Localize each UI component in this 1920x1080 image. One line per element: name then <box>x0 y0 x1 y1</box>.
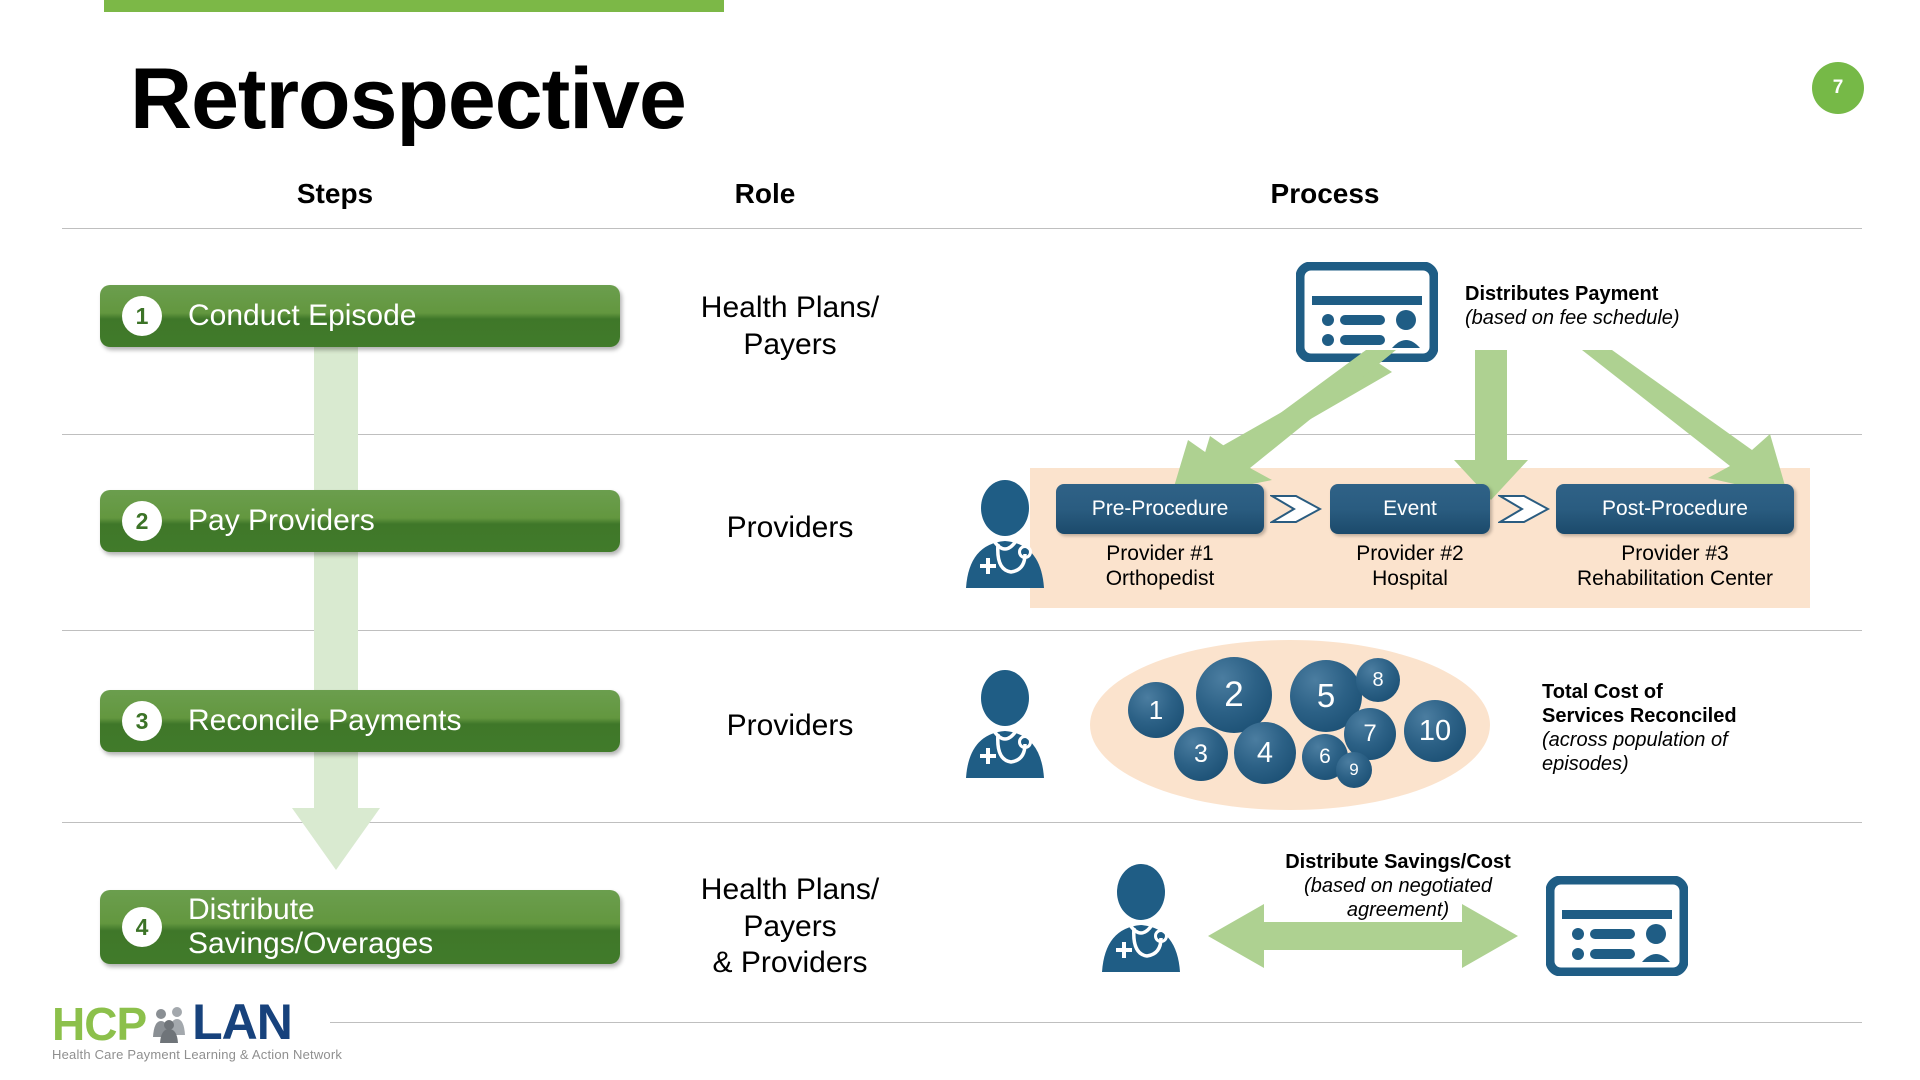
role-text-4: Health Plans/ Payers & Providers <box>700 873 880 980</box>
accent-bar <box>104 0 724 12</box>
column-header-process: Process <box>1270 178 1380 209</box>
episode-bubble[interactable]: 10 <box>1404 700 1466 762</box>
doctor-icon <box>966 670 1044 778</box>
episode-bubble[interactable]: 8 <box>1356 658 1400 702</box>
episode-bubble-label: 8 <box>1372 668 1384 691</box>
role-text-2: Providers <box>726 511 854 544</box>
procedure-box-1[interactable]: Pre-Procedure <box>1056 484 1264 534</box>
episode-bubble-label: 10 <box>1418 714 1452 747</box>
column-header-role: Role <box>734 178 796 209</box>
chevron-right-icon <box>1498 495 1550 523</box>
step-button-4[interactable]: 4 Distribute Savings/Overages <box>100 890 620 964</box>
page-title: Retrospective <box>130 51 687 147</box>
procedure-caption-2: Provider #2 Hospital <box>1356 542 1464 590</box>
episode-bubble-label: 5 <box>1316 677 1336 714</box>
slide-canvas: Retrospective 7 Steps Role Process 1 Con… <box>0 0 1920 1080</box>
logo-people-icon <box>153 1007 186 1043</box>
step-button-3[interactable]: 3 Reconcile Payments <box>100 690 620 752</box>
episode-bubble-label: 9 <box>1349 760 1359 779</box>
procedure-caption-3: Provider #3 Rehabilitation Center <box>1576 542 1774 590</box>
process-callout-4: Distribute Savings/Cost (based on negoti… <box>1228 850 1568 922</box>
process-callout-sub-3: (across population of episodes) <box>1542 729 1728 775</box>
doctor-icon <box>966 480 1044 588</box>
step-label-4: Distribute Savings/Overages <box>188 893 434 960</box>
logo-tagline: Health Care Payment Learning & Action Ne… <box>52 1047 343 1062</box>
procedure-box-3[interactable]: Post-Procedure <box>1556 484 1794 534</box>
procedure-box-label-1: Pre-Procedure <box>1091 497 1229 520</box>
step-number-4: 4 <box>122 907 162 947</box>
episode-bubble[interactable]: 3 <box>1174 727 1228 781</box>
chevron-right-icon <box>1270 495 1322 523</box>
logo-hcp-text: HCP <box>52 997 147 1050</box>
payment-distribution-arrows <box>1170 350 1788 500</box>
step-button-2[interactable]: 2 Pay Providers <box>100 490 620 552</box>
process-callout-title-3: Total Cost of Services Reconciled <box>1542 681 1737 727</box>
episode-bubble-label: 4 <box>1256 736 1274 769</box>
page-number-badge: 7 <box>1812 62 1864 114</box>
step-number-1: 1 <box>122 296 162 336</box>
process-callout-title-1: Distributes Payment <box>1465 283 1659 305</box>
step-label-3: Reconcile Payments <box>188 704 462 738</box>
step-label-1: Conduct Episode <box>188 299 417 333</box>
episode-bubble[interactable]: 9 <box>1336 752 1372 788</box>
step-number-3: 3 <box>122 701 162 741</box>
process-callout-title-4: Distribute Savings/Cost <box>1285 851 1511 873</box>
role-text-1: Health Plans/ Payers <box>700 291 880 361</box>
step-button-1[interactable]: 1 Conduct Episode <box>100 285 620 347</box>
episode-bubble[interactable]: 1 <box>1128 682 1184 738</box>
column-header-steps: Steps <box>296 178 374 209</box>
insurance-card-icon <box>1546 876 1688 976</box>
process-callout-1: Distributes Payment (based on fee schedu… <box>1465 282 1885 330</box>
divider-footer <box>330 1022 1862 1023</box>
step-label-2: Pay Providers <box>188 504 375 538</box>
procedure-box-label-3: Post-Procedure <box>1602 497 1748 520</box>
episode-bubble-label: 7 <box>1363 720 1377 747</box>
procedure-box-label-2: Event <box>1383 497 1437 520</box>
divider-header <box>62 228 1862 229</box>
logo-lan-text: LAN <box>192 994 293 1050</box>
episode-bubble-label: 6 <box>1319 745 1331 768</box>
episode-bubble-label: 3 <box>1194 739 1208 768</box>
role-text-3: Providers <box>726 709 854 742</box>
step-number-2: 2 <box>122 501 162 541</box>
episode-bubble[interactable]: 4 <box>1234 722 1296 784</box>
insurance-card-icon <box>1296 262 1438 362</box>
doctor-icon <box>1102 864 1180 972</box>
process-callout-sub-4: (based on negotiated agreement) <box>1304 875 1492 921</box>
procedure-caption-1: Provider #1 Orthopedist <box>1105 542 1215 590</box>
process-callout-sub-1: (based on fee schedule) <box>1465 307 1680 329</box>
procedure-box-2[interactable]: Event <box>1330 484 1490 534</box>
process-callout-3: Total Cost of Services Reconciled (acros… <box>1542 680 1882 776</box>
episode-bubble-label: 1 <box>1148 694 1164 725</box>
vertical-flow-arrow <box>292 300 380 870</box>
hcp-lan-logo: HCP LAN Health Care Payment Learning & A… <box>52 994 343 1062</box>
episode-bubble-label: 2 <box>1224 675 1244 714</box>
